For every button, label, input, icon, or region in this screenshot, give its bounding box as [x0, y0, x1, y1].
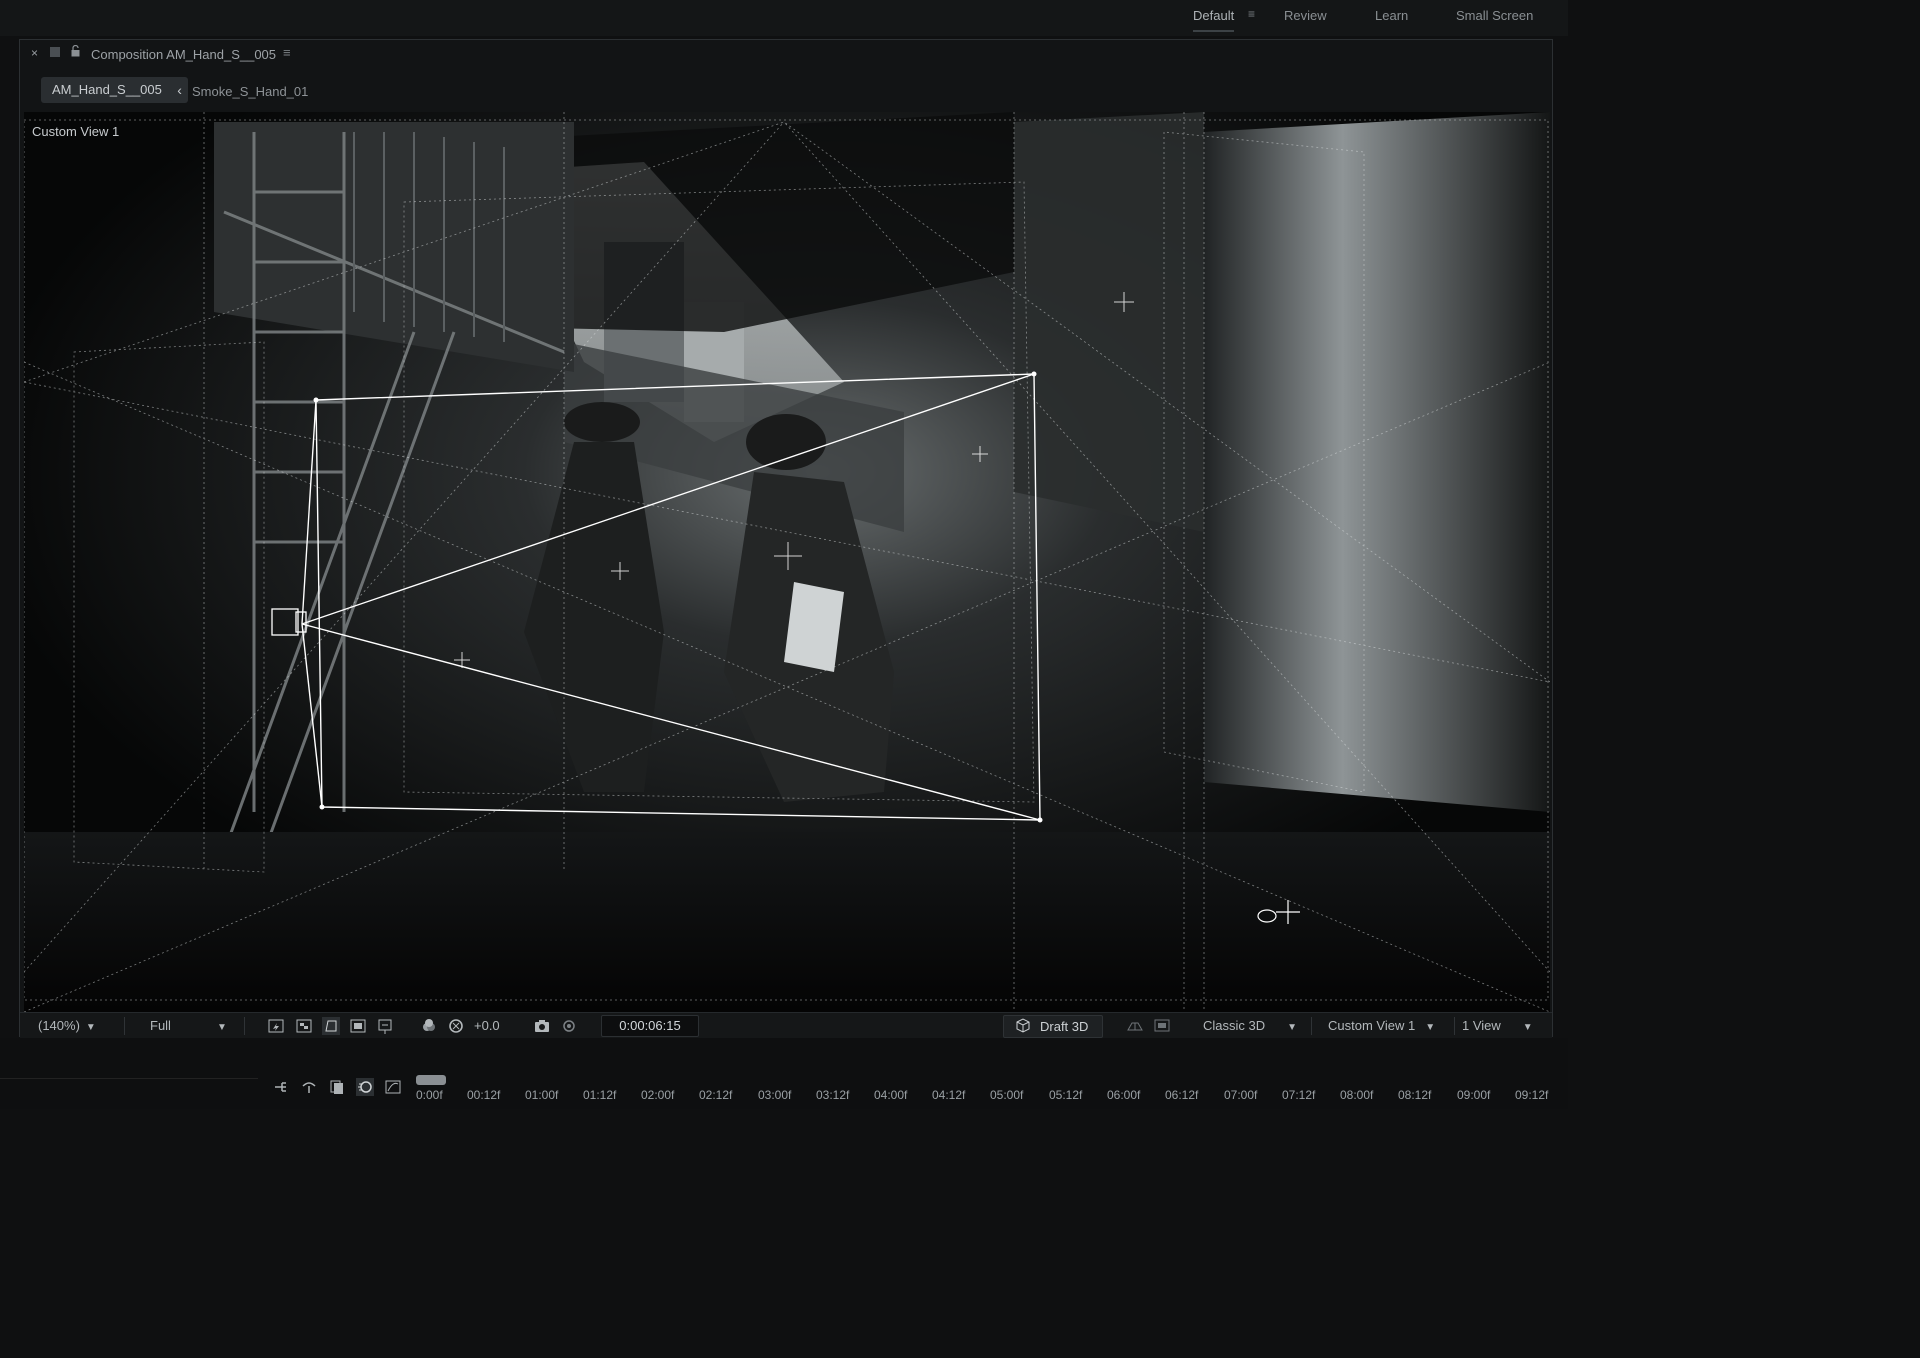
- tick-label: 04:12f: [932, 1088, 966, 1102]
- breadcrumb-item[interactable]: Smoke_S_Hand_01: [192, 84, 308, 99]
- view-layout-dropdown[interactable]: 1 View ▼: [1462, 1017, 1542, 1035]
- frame-blending-icon[interactable]: [328, 1078, 346, 1096]
- tick-label: 03:12f: [816, 1088, 850, 1102]
- lock-icon[interactable]: [71, 45, 80, 57]
- reset-exposure-icon[interactable]: [447, 1017, 465, 1035]
- tick-label: 03:00f: [758, 1088, 792, 1102]
- graph-editor-icon[interactable]: [384, 1078, 402, 1096]
- tick-label: 02:12f: [699, 1088, 733, 1102]
- composition-panel: × Composition AM_Hand_S__005 ≡ AM_Hand_S…: [19, 39, 1553, 1039]
- view-dropdown[interactable]: Custom View 1 ▼: [1328, 1017, 1455, 1035]
- mask-path-icon[interactable]: [322, 1017, 340, 1035]
- chevron-down-icon: ▼: [85, 1022, 96, 1033]
- shy-layers-icon[interactable]: [300, 1078, 318, 1096]
- breadcrumb-label: AM_Hand_S__005: [52, 82, 162, 97]
- tick-label: 00:12f: [467, 1088, 501, 1102]
- work-area-handle[interactable]: [416, 1075, 446, 1085]
- zoom-dropdown[interactable]: (140%) ▼: [38, 1017, 125, 1035]
- panel-menu-icon[interactable]: ≡: [283, 45, 291, 60]
- region-of-interest-icon[interactable]: [349, 1017, 367, 1035]
- tick-label: 02:00f: [641, 1088, 675, 1102]
- workspace-bar: Default ≡ Review Learn Small Screen: [0, 0, 1568, 36]
- panel-color-icon[interactable]: [50, 47, 60, 57]
- workspace-tab-review[interactable]: Review: [1284, 8, 1327, 28]
- workspace-tab-learn[interactable]: Learn: [1375, 8, 1408, 28]
- grid-guides-icon[interactable]: [376, 1017, 394, 1035]
- chevron-left-icon: ‹: [177, 82, 182, 98]
- chevron-down-icon: ▼: [1425, 1022, 1436, 1033]
- view-label: Custom View 1: [32, 124, 120, 139]
- composition-flowchart-icon[interactable]: [272, 1078, 290, 1096]
- workspace-tab-default[interactable]: Default: [1193, 8, 1235, 32]
- tick-label: 08:12f: [1398, 1088, 1432, 1102]
- draft-3d-label: Draft 3D: [1040, 1019, 1089, 1034]
- breadcrumb: AM_Hand_S__005 ‹ Smoke_S_Hand_01: [20, 74, 1552, 110]
- view-value: Custom View 1: [1328, 1018, 1416, 1033]
- tick-label: 0:00f: [416, 1088, 443, 1102]
- tick-label: 05:12f: [1049, 1088, 1083, 1102]
- tick-label: 06:12f: [1165, 1088, 1199, 1102]
- chevron-down-icon: ▼: [1522, 1022, 1533, 1033]
- view-layout-value: 1 View: [1462, 1018, 1501, 1033]
- timeline-panel: 0:00f 00:12f 01:00f 01:12f 02:00f 02:12f…: [0, 1038, 1568, 1109]
- draft-3d-toggle[interactable]: Draft 3D: [1003, 1015, 1103, 1038]
- channels-icon[interactable]: [420, 1017, 438, 1035]
- workspace-menu-icon[interactable]: ≡: [1248, 8, 1258, 20]
- exposure-value[interactable]: +0.0: [474, 1017, 500, 1035]
- current-time-field[interactable]: 0:00:06:15: [601, 1015, 699, 1037]
- renderer-dropdown[interactable]: Classic 3D ▼: [1203, 1017, 1312, 1035]
- breadcrumb-item-active[interactable]: AM_Hand_S__005 ‹: [41, 77, 188, 103]
- transparency-grid-icon[interactable]: [295, 1017, 313, 1035]
- fast-previews-icon[interactable]: [267, 1017, 285, 1035]
- tick-label: 07:12f: [1282, 1088, 1316, 1102]
- zoom-value: (140%): [38, 1018, 80, 1033]
- resolution-value: Full: [150, 1018, 171, 1033]
- close-icon[interactable]: ×: [31, 46, 38, 60]
- tick-label: 09:00f: [1457, 1088, 1491, 1102]
- snapshot-icon[interactable]: [533, 1017, 551, 1035]
- tick-label: 09:12f: [1515, 1088, 1549, 1102]
- scene-render: [24, 112, 1550, 1012]
- resolution-dropdown[interactable]: Full ▼: [150, 1017, 245, 1035]
- composition-viewer[interactable]: Custom View 1: [24, 112, 1550, 1012]
- tick-label: 05:00f: [990, 1088, 1024, 1102]
- show-snapshot-icon[interactable]: [560, 1017, 578, 1035]
- tick-label: 01:00f: [525, 1088, 559, 1102]
- cube-icon: [1016, 1018, 1030, 1033]
- tick-label: 01:12f: [583, 1088, 617, 1102]
- tick-label: 07:00f: [1224, 1088, 1258, 1102]
- panel-header: × Composition AM_Hand_S__005 ≡: [20, 40, 1552, 68]
- tick-label: 04:00f: [874, 1088, 908, 1102]
- tick-label: 06:00f: [1107, 1088, 1141, 1102]
- timeline-layer-area: [0, 1078, 258, 1099]
- extended-viewer-icon[interactable]: [1153, 1017, 1171, 1035]
- chevron-down-icon: ▼: [1287, 1022, 1298, 1033]
- viewer-toolbar: (140%) ▼ Full ▼ +0.0 0:00:06:15 Draft 3D C…: [20, 1012, 1552, 1039]
- motion-blur-icon[interactable]: [356, 1078, 374, 1096]
- workspace-tab-small-screen[interactable]: Small Screen: [1456, 8, 1533, 28]
- tick-label: 08:00f: [1340, 1088, 1374, 1102]
- renderer-value: Classic 3D: [1203, 1018, 1266, 1033]
- ground-plane-icon[interactable]: [1126, 1017, 1144, 1035]
- panel-title: Composition AM_Hand_S__005: [91, 47, 277, 62]
- chevron-down-icon: ▼: [216, 1022, 227, 1033]
